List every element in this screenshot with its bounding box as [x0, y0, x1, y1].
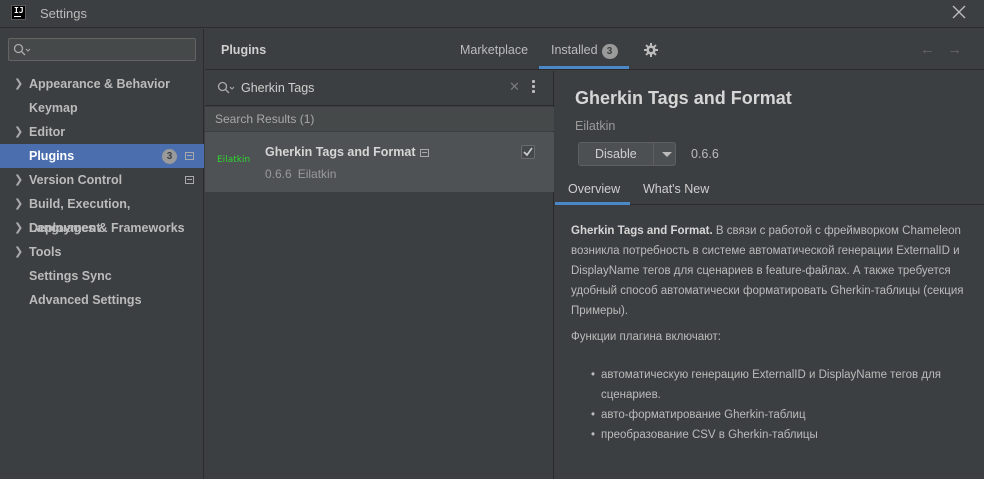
sidebar-item-plugins[interactable]: Plugins 3	[0, 144, 204, 168]
disable-button-label: Disable	[595, 147, 637, 161]
sidebar-item-label: Tools	[29, 245, 62, 259]
sidebar-item-advanced-settings[interactable]: Advanced Settings	[0, 288, 204, 312]
description-bold: Gherkin Tags and Format.	[571, 225, 713, 237]
plugin-version: 0.6.6	[265, 167, 292, 181]
sidebar-item-settings-sync[interactable]: Settings Sync	[0, 264, 204, 288]
back-arrow-icon[interactable]: ←	[920, 41, 935, 58]
list-item: автоматическую генерацию ExternalID и Di…	[591, 365, 977, 405]
plugin-search-input[interactable]: Gherkin Tags	[241, 81, 314, 95]
plugin-list-item[interactable]: Eilatkin Gherkin Tags and Format 0.6.6 Ei…	[205, 132, 554, 192]
settings-nav: ❯ Appearance & Behavior Keymap ❯ Editor …	[0, 72, 204, 312]
chevron-right-icon[interactable]: ❯	[14, 216, 23, 240]
window-title: Settings	[40, 6, 87, 21]
description-text: В связи с работой с фреймворком Chameleo…	[571, 225, 964, 317]
active-tab-indicator	[555, 202, 630, 205]
features-intro: Функции плагина включают:	[571, 331, 721, 343]
sidebar-item-label: Editor	[29, 125, 66, 139]
detail-tabs: Overview What's New	[555, 176, 984, 205]
plugins-header: Plugins Marketplace Installed 3 ← →	[205, 29, 984, 70]
disable-button[interactable]: Disable	[578, 142, 676, 166]
split-divider	[653, 143, 654, 165]
plugin-name: Gherkin Tags and Format	[265, 145, 429, 159]
sidebar-item-label: Advanced Settings	[29, 293, 142, 307]
chevron-right-icon[interactable]: ❯	[14, 192, 23, 216]
chevron-right-icon[interactable]: ❯	[14, 168, 23, 192]
project-level-icon	[419, 149, 429, 157]
sidebar-item-version-control[interactable]: ❯ Version Control	[0, 168, 204, 192]
list-item: преобразование CSV в Gherkin-таблицы	[591, 425, 977, 445]
close-icon[interactable]	[952, 5, 966, 19]
search-icon	[217, 81, 235, 94]
tab-whats-new[interactable]: What's New	[643, 182, 709, 196]
search-results-header: Search Results (1)	[205, 107, 554, 131]
sidebar-item-label: Version Control	[29, 173, 123, 187]
plugin-enabled-checkbox[interactable]	[521, 145, 535, 159]
plugin-detail-vendor[interactable]: Eilatkin	[575, 119, 615, 133]
sidebar-item-appearance-behavior[interactable]: ❯ Appearance & Behavior	[0, 72, 204, 96]
chevron-down-icon[interactable]	[662, 152, 672, 157]
title-bar: IJ Settings	[0, 0, 984, 28]
search-icon	[13, 43, 31, 56]
sidebar-item-build-execution-deployment[interactable]: ❯ Build, Execution, Deployment	[0, 192, 204, 235]
sidebar-item-keymap[interactable]: Keymap	[0, 96, 204, 120]
sidebar-item-languages-frameworks[interactable]: ❯ Languages & Frameworks	[0, 216, 204, 240]
tab-marketplace[interactable]: Marketplace	[460, 43, 528, 57]
plugin-meta: 0.6.6 Eilatkin	[265, 167, 336, 181]
plugin-vendor: Eilatkin	[297, 167, 337, 181]
chevron-right-icon[interactable]: ❯	[14, 240, 23, 264]
list-item: авто-форматирование Gherkin-таблиц	[591, 405, 977, 425]
sidebar-item-label: Languages & Frameworks	[29, 221, 185, 235]
plugin-list-pane: Gherkin Tags ✕ Search Results (1) Eilatk…	[205, 71, 554, 479]
plugin-description: Gherkin Tags and Format. В связи с работ…	[571, 221, 977, 445]
installed-count-badge: 3	[601, 44, 618, 59]
tab-installed-label: Installed	[551, 43, 598, 57]
forward-arrow-icon[interactable]: →	[947, 41, 962, 58]
plugin-detail-pane: Gherkin Tags and Format Eilatkin Disable…	[555, 71, 984, 479]
page-title: Plugins	[221, 43, 267, 57]
sidebar-item-editor[interactable]: ❯ Editor	[0, 120, 204, 144]
sidebar-item-label: Settings Sync	[29, 269, 112, 283]
tab-installed[interactable]: Installed 3	[551, 43, 618, 59]
updates-count-badge: 3	[162, 149, 177, 164]
gear-icon[interactable]	[644, 43, 658, 57]
intellij-logo-icon: IJ	[11, 5, 26, 20]
sidebar-item-label: Keymap	[29, 101, 78, 115]
project-level-icon	[185, 152, 194, 160]
more-options-icon[interactable]	[532, 80, 536, 95]
clear-search-icon[interactable]: ✕	[509, 79, 520, 95]
checkmark-icon	[523, 147, 533, 157]
sidebar-item-label: Plugins	[29, 149, 75, 163]
tab-overview[interactable]: Overview	[568, 182, 620, 196]
description-paragraph: Gherkin Tags and Format. В связи с работ…	[571, 221, 977, 321]
plugin-logo: Eilatkin	[217, 155, 251, 165]
settings-search-input[interactable]	[8, 38, 196, 61]
sidebar-item-tools[interactable]: ❯ Tools	[0, 240, 204, 264]
chevron-right-icon[interactable]: ❯	[14, 72, 23, 96]
project-level-icon	[185, 176, 194, 184]
plugin-search-field[interactable]: Gherkin Tags ✕	[205, 71, 554, 106]
settings-sidebar: ❯ Appearance & Behavior Keymap ❯ Editor …	[0, 29, 204, 479]
plugin-detail-version: 0.6.6	[691, 147, 719, 161]
plugin-detail-title: Gherkin Tags and Format	[575, 88, 792, 108]
active-tab-indicator	[539, 66, 629, 69]
chevron-right-icon[interactable]: ❯	[14, 120, 23, 144]
sidebar-item-label: Appearance & Behavior	[29, 77, 171, 91]
features-list: автоматическую генерацию ExternalID и Di…	[571, 365, 977, 445]
